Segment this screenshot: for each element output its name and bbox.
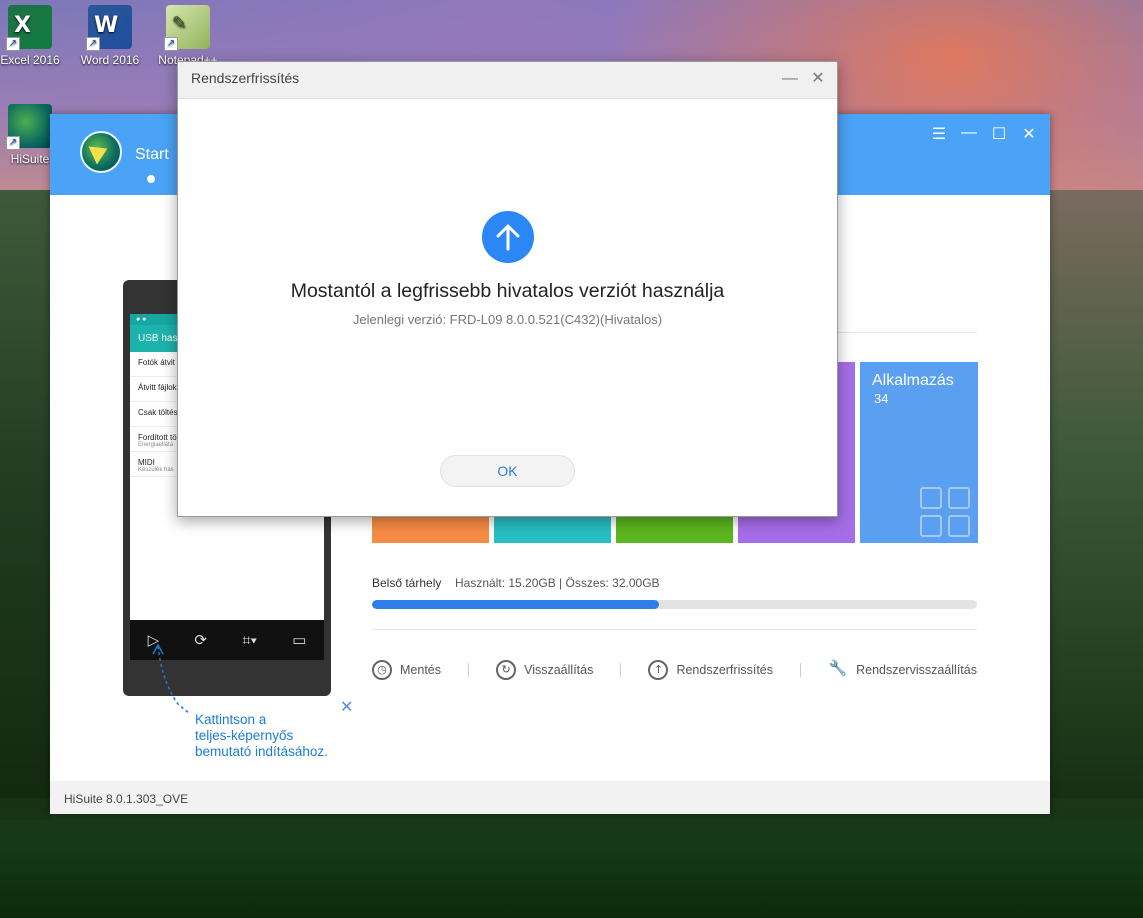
excel-glyph: X	[14, 13, 31, 38]
maximize-button[interactable]: ☐	[987, 124, 1011, 144]
tile-label: Alkalmazás	[872, 372, 954, 389]
demo-callout[interactable]: Kattintson a teljes-képernyős bemutató i…	[195, 712, 328, 760]
separator	[800, 663, 802, 677]
notepad-glyph: ✎	[172, 13, 188, 34]
close-button[interactable]: ✕	[1017, 124, 1041, 144]
callout-line-2: teljes-képernyős	[195, 728, 294, 743]
dialog-heading: Mostantól a legfrissebb hivatalos verzió…	[290, 280, 725, 302]
desktop-icon-notepad[interactable]: ✎ ↗ Notepad++	[155, 5, 221, 67]
word-glyph: W	[94, 13, 119, 38]
restore-button[interactable]: ↻ Visszaállítás	[496, 660, 593, 680]
menu-icon[interactable]: ☰	[927, 124, 951, 144]
update-icon: ↑	[648, 660, 669, 680]
system-update-button[interactable]: ↑ Rendszerfrissítés	[648, 660, 773, 680]
desktop-wallpaper-bottom	[0, 798, 1143, 918]
tile-count: 34	[874, 391, 889, 406]
callout-arrow	[152, 643, 191, 715]
wrench-icon: 🔧	[828, 659, 848, 677]
system-update-dialog: Rendszerfrissítés — ✕ Mostantól a legfri…	[177, 61, 838, 517]
tile-apps[interactable]: Alkalmazás 34	[860, 362, 978, 543]
word-icon: W ↗	[86, 5, 132, 51]
separator	[620, 663, 622, 677]
separator	[468, 663, 470, 677]
hisuite-logo-icon	[80, 131, 122, 173]
excel-icon: X ↗	[6, 5, 52, 51]
current-version-text: Jelenlegi verzió: FRD-L09 8.0.0.521(C432…	[352, 312, 663, 327]
system-recovery-button[interactable]: 🔧 Rendszervisszaállítás	[828, 660, 977, 680]
hisuite-icon: ↗	[6, 104, 52, 150]
start-tab[interactable]: Start	[135, 146, 169, 164]
dialog-minimize-button[interactable]: —	[779, 69, 801, 91]
minimize-button[interactable]: —	[957, 124, 981, 142]
backup-label: Mentés	[400, 663, 441, 677]
restore-icon: ↻	[496, 660, 517, 680]
backup-icon: ◷	[372, 660, 392, 680]
desktop-icon-label: Word 2016	[80, 53, 140, 67]
crop-icon[interactable]: ⌗▾	[242, 632, 257, 649]
dialog-title-bar[interactable]: Rendszerfrissítés — ✕	[178, 62, 837, 99]
update-arrow-icon	[482, 211, 534, 263]
backup-button[interactable]: ◷ Mentés	[372, 660, 441, 680]
callout-line-3: bemutató indításához.	[195, 744, 328, 759]
shortcut-arrow-icon: ↗	[164, 37, 178, 51]
system-update-label: Rendszerfrissítés	[676, 663, 773, 677]
desktop-icon-excel[interactable]: X ↗ Excel 2016	[0, 5, 63, 67]
system-recovery-label: Rendszervisszaállítás	[856, 663, 977, 677]
shortcut-arrow-icon: ↗	[6, 136, 20, 150]
desktop-icon-label: Excel 2016	[0, 53, 60, 67]
dialog-close-button[interactable]: ✕	[807, 69, 829, 91]
desktop-wallpaper-right	[1050, 190, 1143, 820]
callout-close-icon[interactable]: ✕	[340, 697, 353, 717]
desktop-icon-word[interactable]: W ↗ Word 2016	[77, 5, 143, 67]
ok-button[interactable]: OK	[440, 455, 575, 487]
callout-line-1: Kattintson a	[195, 712, 267, 727]
storage-label: Belső tárhely	[372, 576, 442, 590]
folder-icon[interactable]: ▭	[292, 631, 306, 649]
shortcut-arrow-icon: ↗	[86, 37, 100, 51]
status-bar: HiSuite 8.0.1.303_OVE	[50, 781, 1050, 814]
active-tab-indicator	[147, 175, 155, 183]
restore-label: Visszaállítás	[524, 663, 594, 677]
version-text: HiSuite 8.0.1.303_OVE	[64, 792, 189, 806]
apps-grid-icon	[920, 487, 974, 541]
divider	[372, 629, 977, 630]
storage-info: Használt: 15.20GB | Összes: 32.00GB	[455, 576, 660, 590]
action-bar: ◷ Mentés ↻ Visszaállítás ↑ Rendszerfriss…	[372, 659, 977, 681]
dialog-title: Rendszerfrissítés	[191, 70, 300, 86]
storage-bar-fill	[372, 600, 660, 609]
notepad-icon: ✎ ↗	[164, 5, 210, 51]
shortcut-arrow-icon: ↗	[6, 37, 20, 51]
storage-bar	[372, 600, 977, 609]
desktop-wallpaper-left	[0, 190, 52, 820]
